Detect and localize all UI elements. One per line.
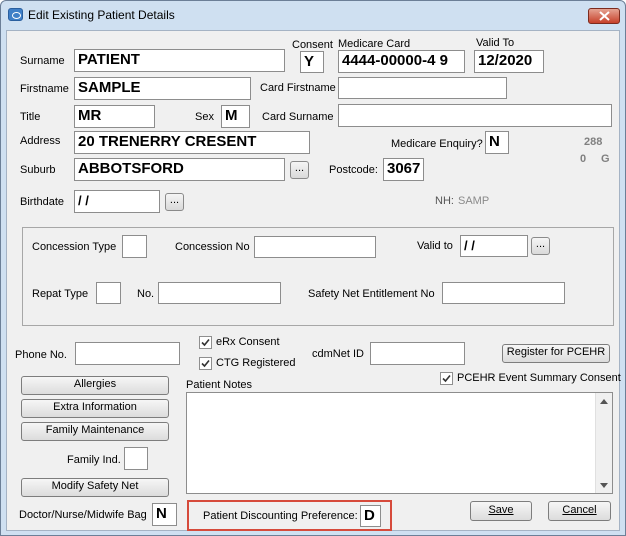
sex-field[interactable]: M bbox=[221, 105, 250, 128]
concession-no-label: Concession No bbox=[175, 241, 250, 253]
doctor-bag-field[interactable]: N bbox=[152, 503, 177, 526]
concession-type-field[interactable] bbox=[122, 235, 147, 258]
notes-scrollbar[interactable] bbox=[595, 393, 612, 493]
sex-label: Sex bbox=[195, 111, 214, 123]
app-icon bbox=[8, 8, 23, 21]
concession-valid-to-label: Valid to bbox=[417, 240, 453, 252]
title-field[interactable]: MR bbox=[74, 105, 155, 128]
title-bar[interactable]: Edit Existing Patient Details bbox=[1, 1, 625, 29]
firstname-label: Firstname bbox=[20, 83, 69, 95]
address-label: Address bbox=[20, 135, 61, 147]
birthdate-label: Birthdate bbox=[20, 196, 65, 208]
concession-no-field[interactable] bbox=[254, 236, 376, 258]
medicare-card-field[interactable]: 4444-00000-4 9 bbox=[338, 50, 465, 73]
concession-group: Concession Type Concession No Valid to /… bbox=[22, 227, 614, 326]
close-icon bbox=[599, 11, 610, 21]
repat-type-label: Repat Type bbox=[32, 288, 89, 300]
ctg-registered-label: CTG Registered bbox=[216, 357, 296, 369]
pcehr-summary-consent-checkbox[interactable] bbox=[440, 372, 453, 385]
medicare-valid-to-field[interactable]: 12/2020 bbox=[474, 50, 544, 73]
suburb-label: Suburb bbox=[20, 164, 56, 176]
checkmark-icon bbox=[442, 374, 451, 383]
safety-net-label: Safety Net Entitlement No bbox=[308, 288, 435, 300]
save-button[interactable]: Save bbox=[470, 501, 532, 521]
save-button-label: Save bbox=[488, 504, 514, 516]
scroll-down-icon bbox=[600, 483, 608, 488]
discount-preference-label: Patient Discounting Preference: bbox=[203, 510, 358, 522]
consent-field[interactable]: Y bbox=[300, 51, 324, 73]
modify-safety-net-button-label: Modify Safety Net bbox=[51, 480, 139, 492]
nh-value: SAMP bbox=[458, 195, 490, 207]
window-title: Edit Existing Patient Details bbox=[28, 8, 175, 22]
allergies-button[interactable]: Allergies bbox=[21, 376, 169, 395]
safety-net-field[interactable] bbox=[442, 282, 565, 304]
postcode-field[interactable]: 3067 bbox=[383, 158, 424, 181]
doctor-bag-label: Doctor/Nurse/Midwife Bag bbox=[19, 509, 147, 521]
modify-safety-net-button[interactable]: Modify Safety Net bbox=[21, 478, 169, 497]
repat-no-label: No. bbox=[137, 288, 155, 300]
extra-information-button[interactable]: Extra Information bbox=[21, 399, 169, 418]
register-pcehr-label: Register for PCEHR bbox=[506, 346, 606, 358]
concession-date-picker-button[interactable]: ... bbox=[531, 237, 550, 255]
close-button[interactable] bbox=[588, 8, 620, 24]
form-body: Surname PATIENT Consent Y Medicare Card … bbox=[6, 30, 621, 531]
checkmark-icon bbox=[201, 359, 210, 368]
card-surname-label: Card Surname bbox=[262, 111, 334, 123]
cdmnet-id-field[interactable] bbox=[370, 342, 465, 365]
repat-type-field[interactable] bbox=[96, 282, 121, 304]
surname-field[interactable]: PATIENT bbox=[74, 49, 285, 72]
concession-type-label: Concession Type bbox=[32, 241, 117, 253]
family-ind-field[interactable] bbox=[124, 447, 148, 470]
repat-no-field[interactable] bbox=[158, 282, 281, 304]
discount-preference-highlight: Patient Discounting Preference: D bbox=[187, 500, 392, 531]
address-field[interactable]: 20 TRENERRY CRESENT bbox=[74, 131, 310, 154]
register-pcehr-button[interactable]: Register for PCEHR bbox=[502, 344, 610, 363]
medicare-enquiry-field[interactable]: N bbox=[485, 131, 509, 154]
phone-label: Phone No. bbox=[15, 349, 67, 361]
firstname-field[interactable]: SAMPLE bbox=[74, 77, 251, 100]
side-code-g: G bbox=[601, 153, 610, 165]
pcehr-summary-consent-label: PCEHR Event Summary Consent bbox=[457, 372, 621, 384]
cancel-button-label: Cancel bbox=[562, 504, 597, 516]
birthdate-picker-button[interactable]: ... bbox=[165, 193, 184, 211]
suburb-lookup-button[interactable]: ... bbox=[290, 161, 309, 179]
postcode-label: Postcode: bbox=[329, 164, 378, 176]
extra-information-button-label: Extra Information bbox=[53, 401, 137, 413]
allergies-button-label: Allergies bbox=[73, 378, 117, 390]
family-maintenance-button-label: Family Maintenance bbox=[45, 424, 145, 436]
side-code-288: 288 bbox=[584, 136, 603, 148]
discount-preference-field[interactable]: D bbox=[360, 505, 381, 527]
patient-details-window: Edit Existing Patient Details Surname PA… bbox=[0, 0, 626, 536]
card-firstname-field[interactable] bbox=[338, 77, 507, 99]
valid-to-label: Valid To bbox=[476, 37, 515, 49]
medicare-enquiry-label: Medicare Enquiry? bbox=[391, 138, 483, 150]
family-ind-label: Family Ind. bbox=[67, 454, 121, 466]
cdmnet-id-label: cdmNet ID bbox=[312, 348, 364, 360]
phone-field[interactable] bbox=[75, 342, 180, 365]
scroll-up-icon bbox=[600, 399, 608, 404]
side-code-0: 0 bbox=[580, 153, 587, 165]
birthdate-field[interactable]: / / bbox=[74, 190, 160, 213]
checkmark-icon bbox=[201, 338, 210, 347]
concession-valid-to-field[interactable]: / / bbox=[460, 235, 528, 257]
patient-notes-textarea[interactable] bbox=[186, 392, 613, 494]
family-maintenance-button[interactable]: Family Maintenance bbox=[21, 422, 169, 441]
card-firstname-label: Card Firstname bbox=[260, 82, 336, 94]
title-label: Title bbox=[20, 111, 41, 123]
card-surname-field[interactable] bbox=[338, 104, 612, 127]
cancel-button[interactable]: Cancel bbox=[548, 501, 611, 521]
erx-consent-label: eRx Consent bbox=[216, 336, 280, 348]
suburb-field[interactable]: ABBOTSFORD bbox=[74, 158, 285, 181]
erx-consent-checkbox[interactable] bbox=[199, 336, 212, 349]
patient-notes-label: Patient Notes bbox=[186, 379, 253, 391]
nh-label: NH: bbox=[435, 195, 454, 207]
surname-label: Surname bbox=[20, 55, 65, 67]
ctg-registered-checkbox[interactable] bbox=[199, 357, 212, 370]
